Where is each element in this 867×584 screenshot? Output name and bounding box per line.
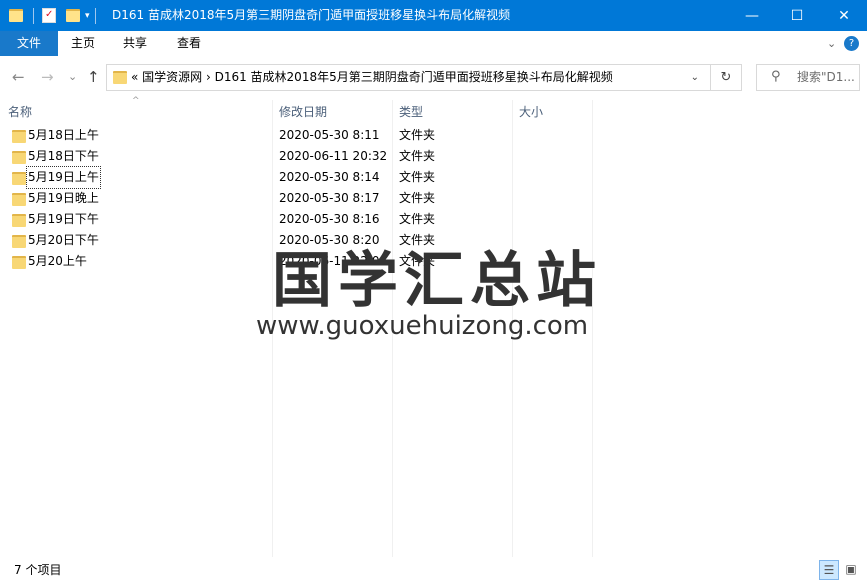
search-icon: ⚲	[771, 69, 781, 84]
address-bar[interactable]: « 国学资源网 › D161 苗成林2018年5月第三期阴盘奇门遁甲面授班移星换…	[106, 64, 742, 91]
file-date: 2020-05-30 8:20	[279, 233, 380, 247]
folder-icon	[9, 9, 23, 22]
file-type: 文件夹	[399, 170, 436, 184]
file-row[interactable]: 5月18日上午 2020-05-30 8:11 文件夹	[0, 125, 600, 146]
title-bar: ✓ ▾ D161 苗成林2018年5月第三期阴盘奇门遁甲面授班移星换斗布局化解视…	[0, 0, 867, 31]
file-name: 5月20日下午	[28, 233, 99, 247]
ribbon: 文件 主页 共享 查看 ⌄ ?	[0, 31, 867, 57]
sort-ascending-icon: ^	[132, 96, 140, 106]
quick-access-toolbar: ✓ ▾	[9, 0, 96, 31]
properties-icon[interactable]: ✓	[42, 8, 56, 23]
watermark-url: www.guoxuehuizong.com	[256, 311, 589, 341]
customize-toolbar-icon[interactable]: ▾	[85, 11, 90, 21]
search-placeholder: 搜索"D1...	[797, 70, 855, 84]
column-header-date[interactable]: 修改日期	[279, 100, 327, 124]
file-type: 文件夹	[399, 149, 436, 163]
file-name: 5月19日晚上	[28, 191, 99, 205]
folder-icon	[12, 130, 26, 143]
file-row[interactable]: 5月20上午 2020-06-11 22:04 文件夹	[0, 251, 600, 272]
folder-icon	[12, 214, 26, 227]
column-header-type[interactable]: 类型	[399, 100, 423, 124]
window-title: D161 苗成林2018年5月第三期阴盘奇门遁甲面授班移星换斗布局化解视频	[112, 8, 511, 22]
file-name: 5月19日下午	[28, 212, 99, 226]
file-name: 5月18日上午	[28, 128, 99, 142]
new-folder-icon[interactable]	[66, 9, 80, 22]
file-name: 5月20上午	[28, 254, 87, 268]
tab-home[interactable]: 主页	[71, 31, 95, 56]
file-name: 5月18日下午	[28, 149, 99, 163]
divider	[94, 7, 96, 24]
navigation-bar: ← → ⌄ ↑ « 国学资源网 › D161 苗成林2018年5月第三期阴盘奇门…	[0, 56, 867, 100]
file-row[interactable]: 5月19日上午 2020-05-30 8:14 文件夹	[0, 166, 600, 189]
file-type: 文件夹	[399, 233, 436, 247]
help-icon[interactable]: ?	[844, 36, 859, 51]
folder-icon	[12, 235, 26, 248]
file-name: 5月19日上午	[26, 166, 101, 189]
folder-icon	[12, 256, 26, 269]
folder-icon	[12, 193, 26, 206]
file-row[interactable]: 5月19日晚上 2020-05-30 8:17 文件夹	[0, 188, 600, 209]
file-row[interactable]: 5月20日下午 2020-05-30 8:20 文件夹	[0, 230, 600, 251]
maximize-button[interactable]: ☐	[774, 0, 820, 31]
divider	[33, 7, 34, 24]
file-date: 2020-05-30 8:11	[279, 128, 380, 142]
file-date: 2020-06-11 20:32	[279, 149, 388, 163]
details-view-icon[interactable]: ☰	[819, 560, 839, 580]
column-header-name[interactable]: 名称	[8, 100, 32, 124]
address-dropdown-icon[interactable]: ⌄	[691, 65, 699, 90]
item-count: 7 个项目	[14, 563, 62, 577]
status-bar: 7 个项目 ☰ ▣	[0, 557, 867, 584]
column-header-size[interactable]: 大小	[519, 100, 543, 124]
minimize-button[interactable]: —	[729, 0, 775, 31]
file-type: 文件夹	[399, 254, 436, 268]
back-button[interactable]: ←	[12, 68, 25, 86]
file-date: 2020-05-30 8:16	[279, 212, 380, 226]
expand-ribbon-icon[interactable]: ⌄	[827, 31, 836, 56]
file-row[interactable]: 5月19日下午 2020-05-30 8:16 文件夹	[0, 209, 600, 230]
up-button[interactable]: ↑	[87, 68, 100, 86]
close-button[interactable]: ✕	[821, 0, 867, 31]
file-type: 文件夹	[399, 212, 436, 226]
forward-button[interactable]: →	[41, 68, 54, 86]
tab-file[interactable]: 文件	[0, 31, 58, 56]
large-icons-view-icon[interactable]: ▣	[841, 560, 861, 580]
folder-icon	[113, 71, 127, 84]
file-type: 文件夹	[399, 128, 436, 142]
file-type: 文件夹	[399, 191, 436, 205]
search-box[interactable]: ⚲ 搜索"D1...	[756, 64, 860, 91]
file-date: 2020-05-30 8:17	[279, 191, 380, 205]
file-row[interactable]: 5月18日下午 2020-06-11 20:32 文件夹	[0, 146, 600, 167]
refresh-button[interactable]: ↻	[710, 65, 741, 90]
tab-share[interactable]: 共享	[123, 31, 147, 56]
recent-locations-button[interactable]: ⌄	[68, 70, 77, 83]
tab-view[interactable]: 查看	[177, 31, 201, 56]
folder-icon	[12, 172, 26, 185]
address-path[interactable]: « 国学资源网 › D161 苗成林2018年5月第三期阴盘奇门遁甲面授班移星换…	[131, 65, 613, 90]
file-date: 2020-05-30 8:14	[279, 170, 380, 184]
file-date: 2020-06-11 22:04	[279, 254, 388, 268]
folder-icon	[12, 151, 26, 164]
